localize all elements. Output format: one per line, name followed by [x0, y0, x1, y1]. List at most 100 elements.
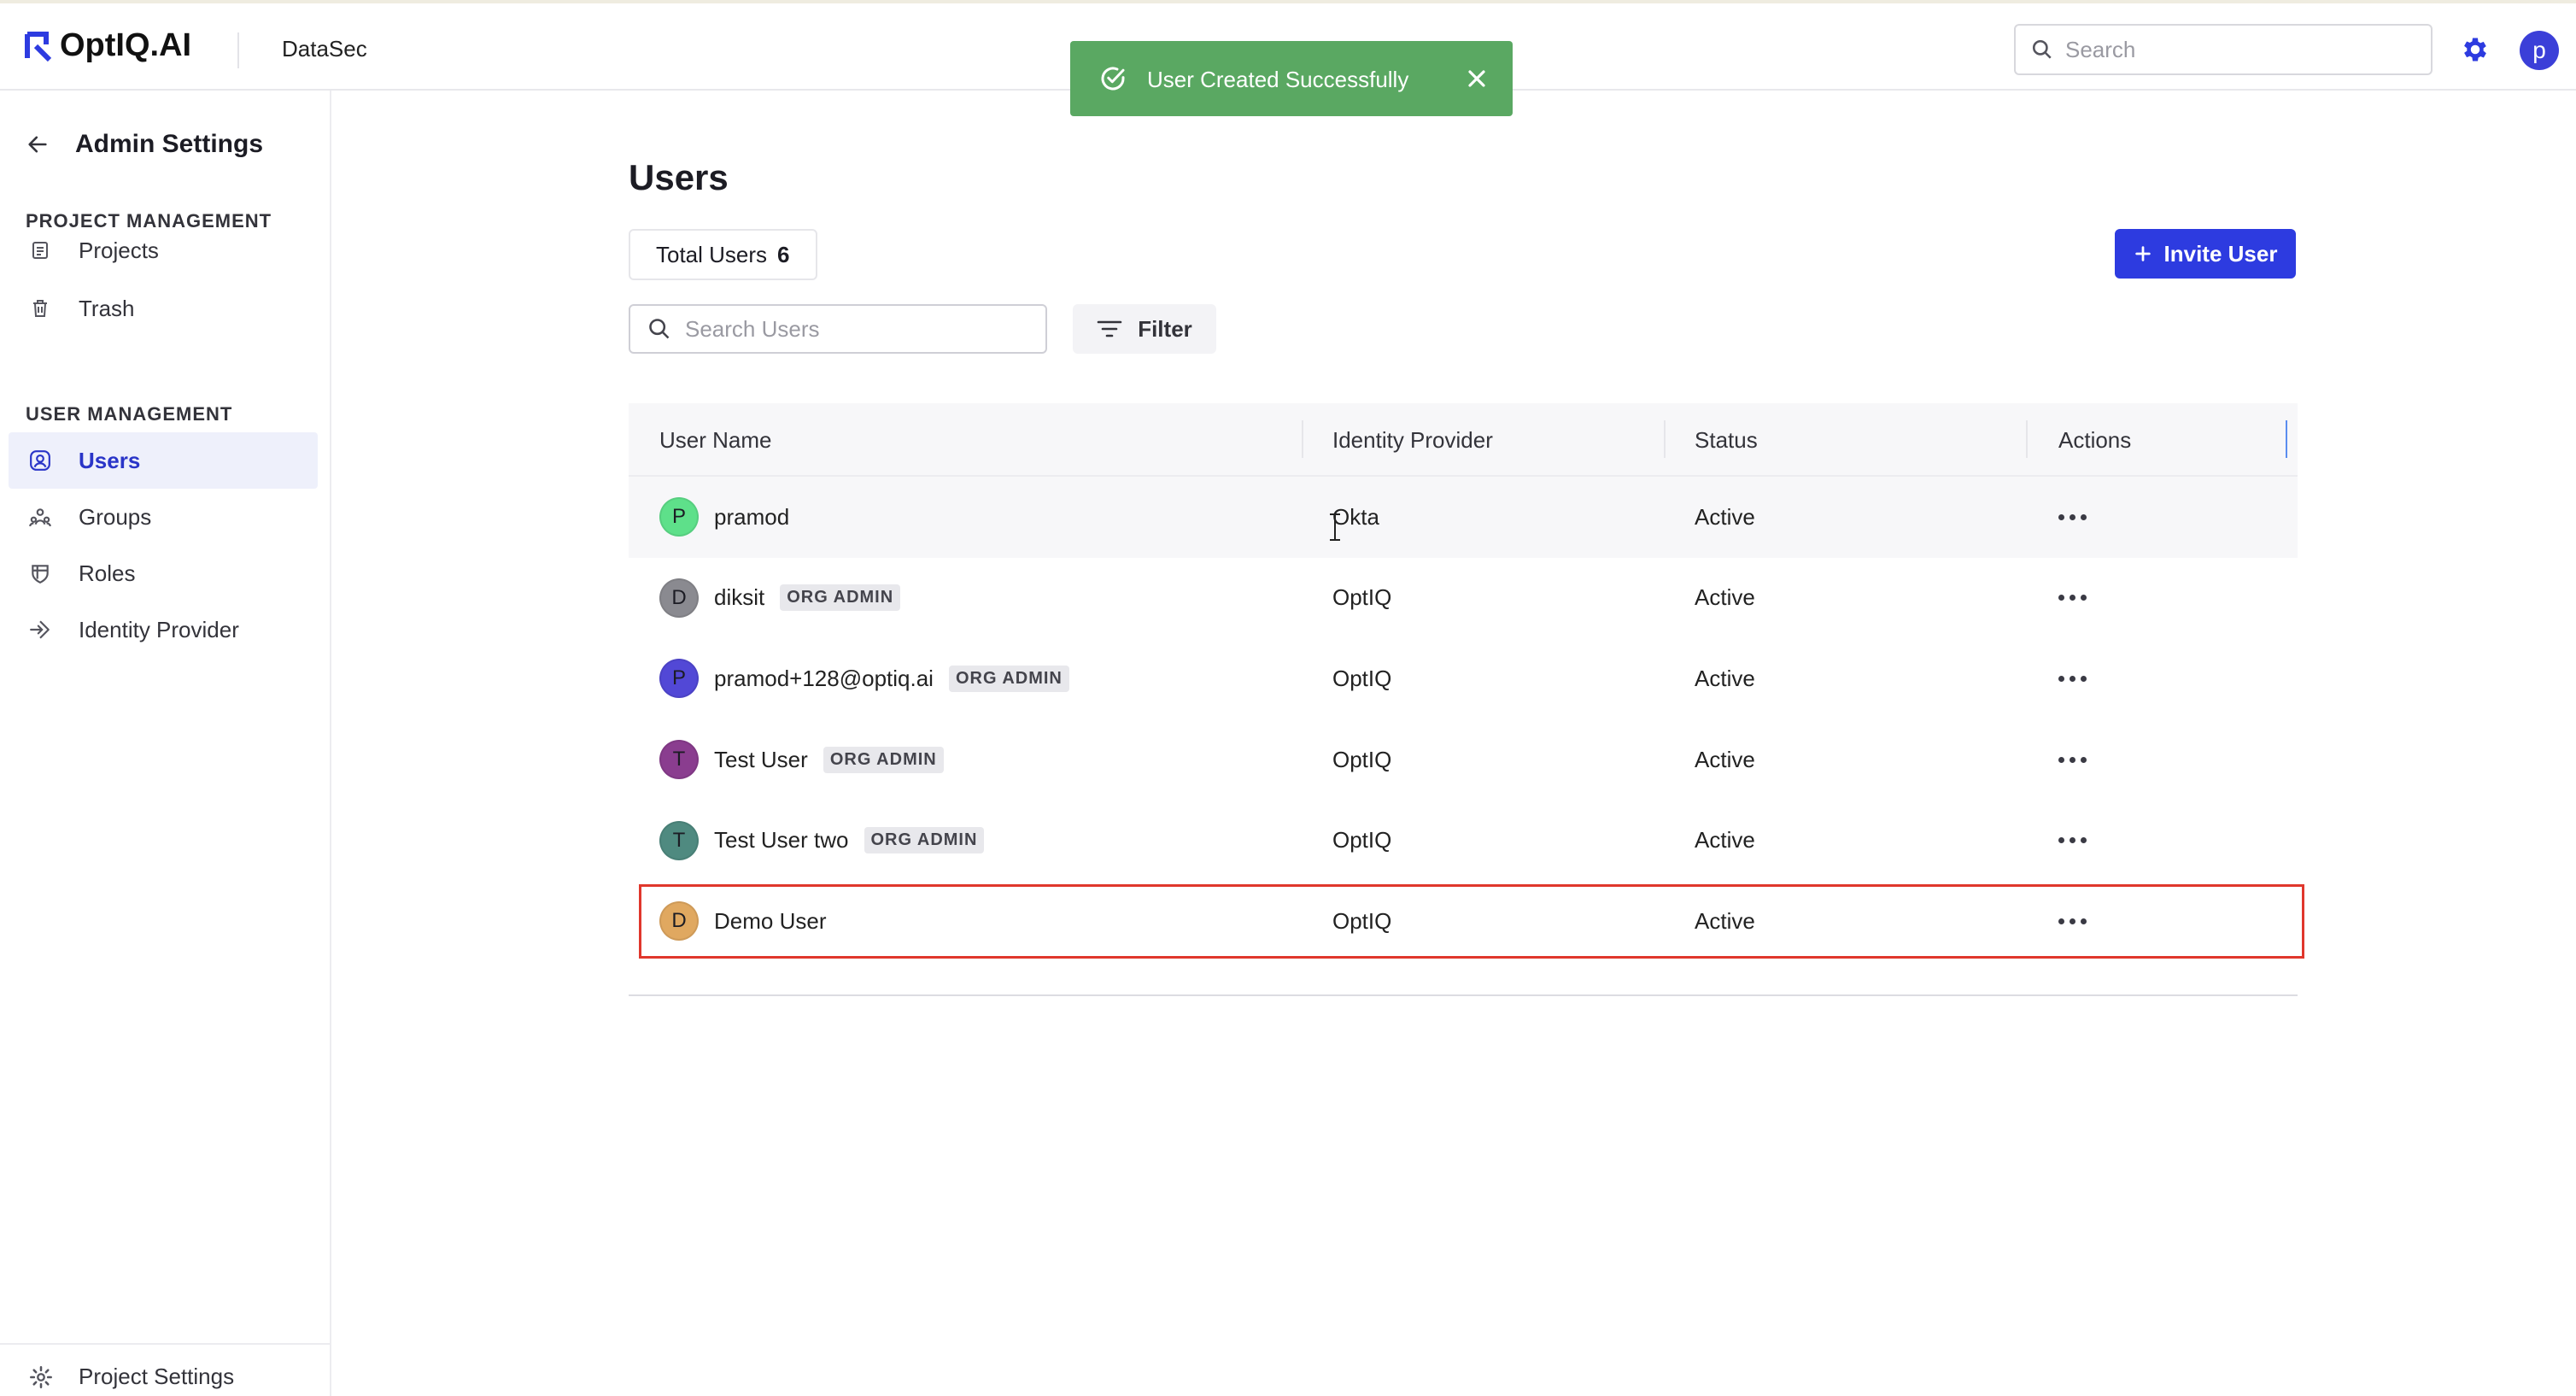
column-header-identity-provider[interactable]: Identity Provider — [1332, 427, 1493, 454]
more-options-icon[interactable] — [2052, 507, 2093, 527]
admin-settings-back[interactable]: Admin Settings — [26, 130, 263, 159]
cell-identity-provider: OptIQ — [1332, 638, 1391, 719]
column-resize-handle[interactable] — [2286, 420, 2287, 458]
groups-icon — [29, 506, 51, 528]
user-name[interactable]: Demo User — [714, 908, 826, 935]
gear-icon[interactable] — [2460, 34, 2491, 65]
invite-user-label: Invite User — [2163, 240, 2278, 267]
document-icon — [29, 239, 51, 261]
cell-actions — [2052, 800, 2093, 881]
text-cursor-icon — [1330, 513, 1340, 541]
role-badge: ORG ADMIN — [864, 827, 985, 854]
close-icon[interactable] — [1463, 65, 1490, 92]
cell-identity-provider: OptIQ — [1332, 881, 1391, 962]
sidebar-item-trash[interactable]: Trash — [9, 280, 318, 337]
global-search[interactable] — [2014, 24, 2433, 75]
filter-button[interactable]: Filter — [1073, 304, 1216, 354]
sidebar-item-label: Identity Provider — [79, 616, 239, 642]
more-options-icon[interactable] — [2052, 830, 2093, 850]
cell-actions — [2052, 881, 2093, 962]
column-separator[interactable] — [1302, 420, 1303, 458]
filter-label: Filter — [1138, 315, 1192, 342]
identity-provider-value: OptIQ — [1332, 827, 1392, 853]
cell-user-name: P pramod+128@optiq.ai ORG ADMIN — [659, 638, 1069, 719]
sidebar-item-users[interactable]: Users — [9, 432, 318, 489]
column-separator[interactable] — [2026, 420, 2028, 458]
more-options-icon[interactable] — [2052, 912, 2093, 931]
avatar: P — [659, 659, 699, 699]
identity-provider-value: OptIQ — [1332, 746, 1392, 772]
table-row[interactable]: T Test User two ORG ADMIN OptIQ Active — [629, 800, 2298, 881]
sidebar-item-label: Trash — [79, 295, 135, 321]
cell-status: Active — [1695, 800, 1755, 881]
table-row[interactable]: D diksit ORG ADMIN OptIQ Active — [629, 558, 2298, 639]
sidebar-item-groups[interactable]: Groups — [9, 489, 318, 545]
status-value: Active — [1695, 665, 1755, 691]
user-name[interactable]: Test User — [714, 747, 808, 773]
column-separator[interactable] — [1664, 420, 1666, 458]
logo-mark-icon — [25, 31, 52, 62]
role-badge: ORG ADMIN — [780, 584, 901, 612]
user-name[interactable]: diksit — [714, 584, 764, 611]
sidebar-item-project-settings[interactable]: Project Settings — [29, 1364, 234, 1390]
cell-user-name: D diksit ORG ADMIN — [659, 558, 901, 639]
cell-status: Active — [1695, 638, 1755, 719]
status-value: Active — [1695, 746, 1755, 772]
project-name[interactable]: DataSec — [282, 36, 367, 62]
users-table: User Name Identity Provider Status Actio… — [629, 403, 2304, 962]
success-toast: User Created Successfully — [1070, 41, 1513, 116]
status-value: Active — [1695, 907, 1755, 934]
invite-user-button[interactable]: Invite User — [2115, 229, 2296, 279]
table-row[interactable]: P pramod+128@optiq.ai ORG ADMIN OptIQ Ac… — [629, 638, 2298, 719]
user-search[interactable] — [629, 304, 1047, 354]
column-header-status[interactable]: Status — [1695, 427, 1758, 454]
more-options-icon[interactable] — [2052, 669, 2093, 689]
login-icon — [29, 619, 51, 641]
status-value: Active — [1695, 584, 1755, 611]
avatar: T — [659, 820, 699, 860]
role-badge: ORG ADMIN — [948, 665, 1069, 692]
user-name[interactable]: Test User two — [714, 827, 849, 853]
cell-identity-provider: OptIQ — [1332, 800, 1391, 881]
sidebar-item-label: Roles — [79, 560, 136, 586]
column-header-actions: Actions — [2058, 427, 2132, 453]
cell-actions — [2052, 477, 2093, 558]
identity-provider-value: OptIQ — [1332, 665, 1392, 691]
table-row[interactable]: D Demo User OptIQ Active — [629, 881, 2304, 962]
user-avatar[interactable]: p — [2520, 31, 2559, 70]
toast-message: User Created Successfully — [1147, 67, 1409, 92]
sidebar-item-label: Projects — [79, 237, 159, 263]
cell-actions — [2052, 719, 2093, 801]
sidebar-item-roles[interactable]: Roles — [9, 545, 318, 601]
sidebar-title: Admin Settings — [75, 130, 264, 158]
cell-actions — [2052, 638, 2093, 719]
shield-icon — [29, 562, 51, 584]
user-name[interactable]: pramod+128@optiq.ai — [714, 666, 934, 692]
arrow-left-icon[interactable] — [26, 132, 50, 156]
total-users-label: Total Users — [656, 241, 768, 267]
table-header: User Name Identity Provider Status Actio… — [629, 403, 2298, 477]
search-users-input[interactable] — [685, 315, 1027, 343]
logo[interactable]: OptIQ.AI — [24, 27, 191, 64]
table-row[interactable]: P pramod Okta Active — [629, 477, 2298, 558]
more-options-icon[interactable] — [2052, 750, 2093, 770]
status-value: Active — [1695, 503, 1755, 530]
user-name[interactable]: pramod — [714, 504, 789, 531]
project-settings-label: Project Settings — [79, 1364, 235, 1389]
global-search-input[interactable] — [2065, 36, 2407, 63]
more-options-icon[interactable] — [2052, 588, 2093, 607]
sidebar-divider — [0, 1343, 330, 1345]
column-header-user-name[interactable]: User Name — [659, 427, 771, 454]
sidebar-item-identity-provider[interactable]: Identity Provider — [9, 601, 318, 658]
header-divider — [237, 32, 239, 68]
page-title: Users — [629, 157, 729, 197]
logo-text: OptIQ.AI — [60, 27, 192, 63]
table-row[interactable]: T Test User ORG ADMIN OptIQ Active — [629, 719, 2298, 801]
user-circle-icon — [29, 449, 51, 472]
gear-icon — [30, 1365, 52, 1388]
search-icon — [649, 319, 670, 339]
cell-status: Active — [1695, 477, 1755, 558]
avatar: D — [659, 901, 699, 941]
sidebar-item-projects[interactable]: Projects — [9, 222, 318, 279]
check-circle-icon — [1101, 67, 1125, 91]
